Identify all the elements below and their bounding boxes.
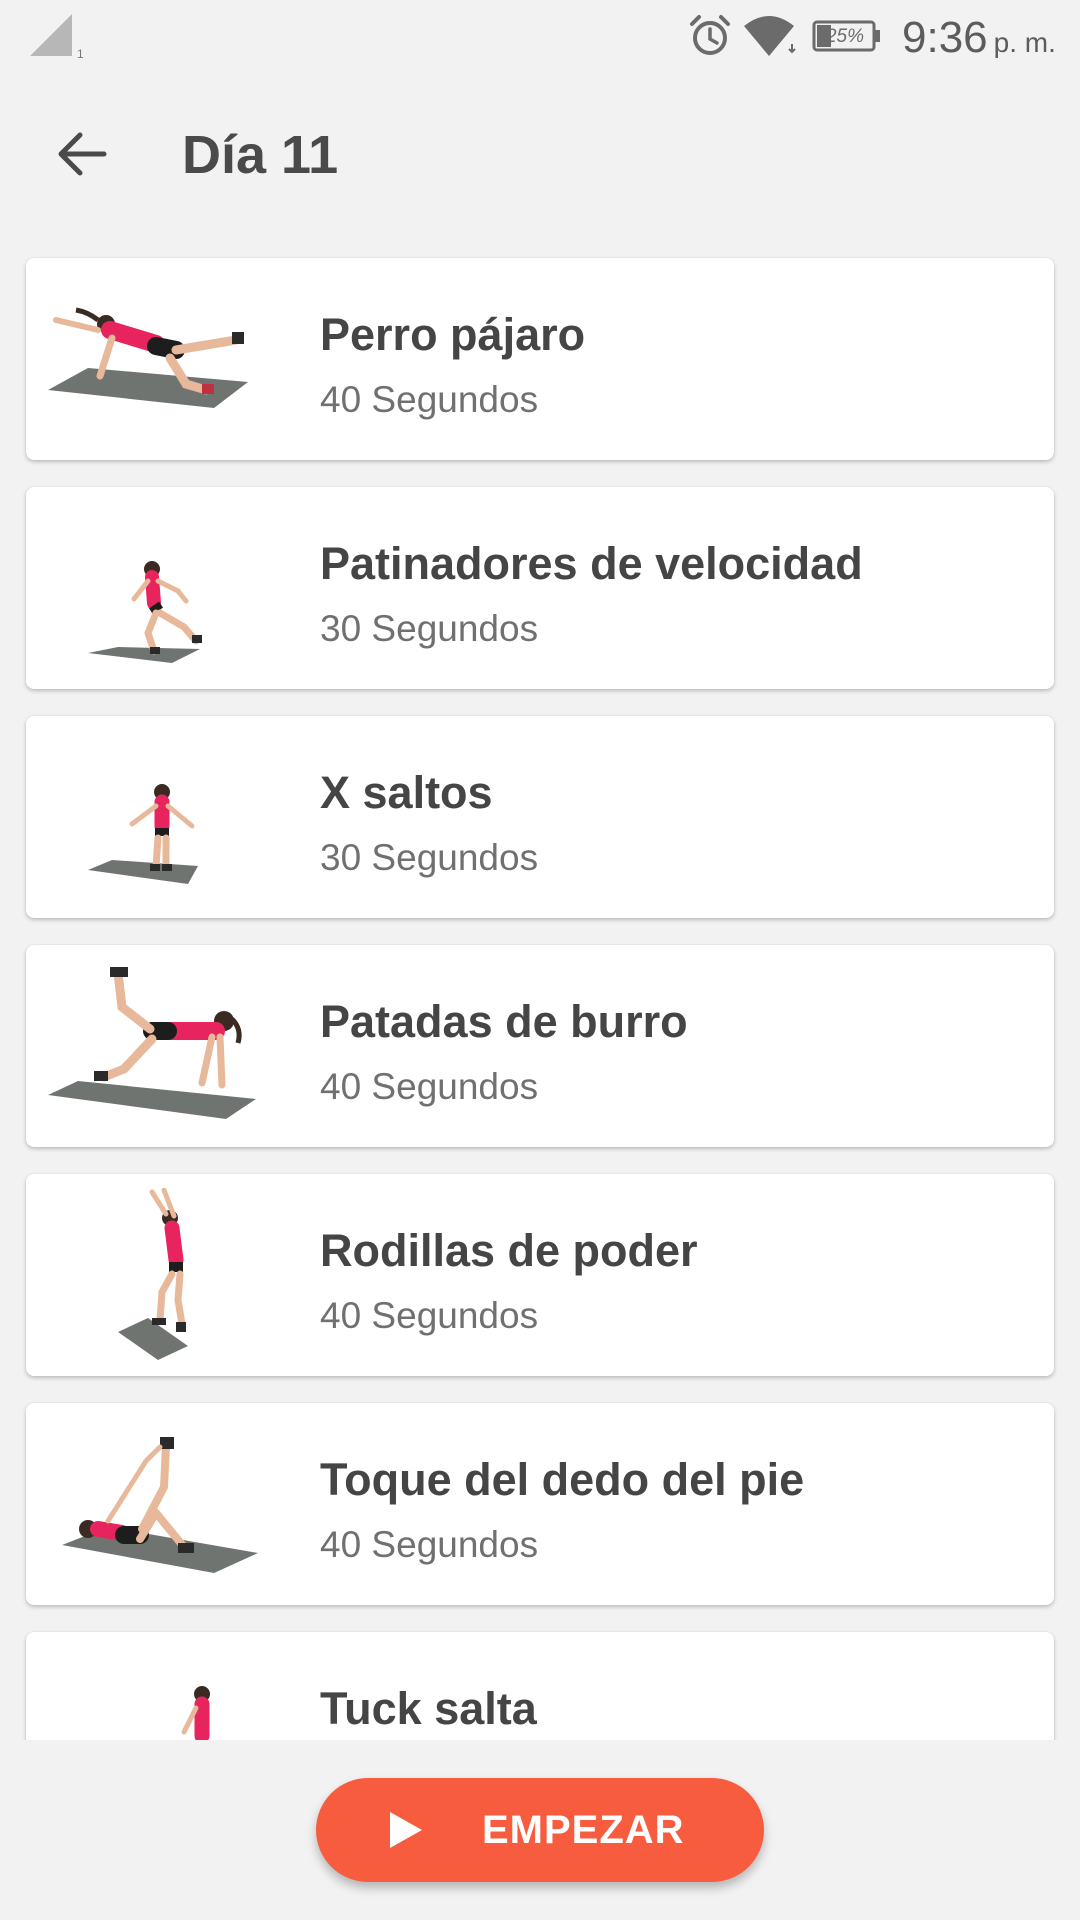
exercise-card-perro-pajaro[interactable]: Perro pájaro 40 Segundos [26, 258, 1054, 460]
exercise-duration: 40 Segundos [320, 379, 539, 420]
exercise-duration: 30 Segundos [320, 837, 539, 878]
back-button[interactable] [40, 120, 124, 188]
exercise-duration: 40 Segundos [320, 1524, 539, 1565]
clock-time: 9:36 [902, 13, 988, 62]
exercise-name: Toque del dedo del pie [320, 1454, 805, 1505]
start-button[interactable]: EMPEZAR [316, 1778, 764, 1882]
status-bar: 1 25% 9:36 p. m. [0, 0, 1080, 76]
donkey-kick-thumbnail [48, 967, 256, 1119]
tuck-jump-thumbnail [181, 1686, 210, 1740]
exercise-name: Patadas de burro [320, 996, 688, 1047]
exercise-duration: 40 Segundos [320, 1295, 539, 1336]
clock-ampm: p. m. [993, 27, 1056, 58]
exercise-name: X saltos [320, 767, 493, 818]
exercise-card-tuck-salta[interactable]: Tuck salta [26, 1632, 1054, 1740]
exercise-list[interactable]: Perro pájaro 40 Segundos Patinadores de … [0, 236, 1080, 1740]
exercise-duration: 30 Segundos [320, 608, 539, 649]
exercise-name: Patinadores de velocidad [320, 538, 863, 589]
page-title: Día 11 [182, 125, 339, 185]
start-button-label: EMPEZAR [482, 1808, 685, 1852]
status-clock: 9:36 p. m. [902, 10, 1056, 71]
toe-touch-thumbnail [62, 1437, 258, 1573]
signal-icon: 1 [30, 14, 84, 60]
bird-dog-thumbnail [48, 307, 248, 408]
exercise-name: Rodillas de poder [320, 1225, 698, 1276]
play-icon [390, 1812, 422, 1848]
exercise-name: Tuck salta [320, 1683, 537, 1734]
exercise-card-x-saltos[interactable]: X saltos 30 Segundos [26, 716, 1054, 918]
exercise-card-toque-dedo[interactable]: Toque del dedo del pie 40 Segundos [26, 1403, 1054, 1605]
arrow-back-icon [58, 132, 107, 176]
toolbar: Día 11 [0, 76, 1080, 236]
alarm-icon [690, 15, 730, 55]
power-knee-thumbnail [118, 1188, 188, 1360]
x-jump-thumbnail [88, 784, 198, 884]
exercise-duration: 40 Segundos [320, 1066, 539, 1107]
exercise-card-patadas-burro[interactable]: Patadas de burro 40 Segundos [26, 945, 1054, 1147]
exercise-card-rodillas-poder[interactable]: Rodillas de poder 40 Segundos [26, 1174, 1054, 1376]
exercise-card-patinadores[interactable]: Patinadores de velocidad 30 Segundos [26, 487, 1054, 689]
svg-text:1: 1 [77, 47, 84, 60]
wifi-icon [744, 16, 796, 56]
exercise-name: Perro pájaro [320, 309, 586, 360]
battery-percentage: 25% [825, 26, 865, 47]
speed-skater-thumbnail [88, 561, 202, 663]
